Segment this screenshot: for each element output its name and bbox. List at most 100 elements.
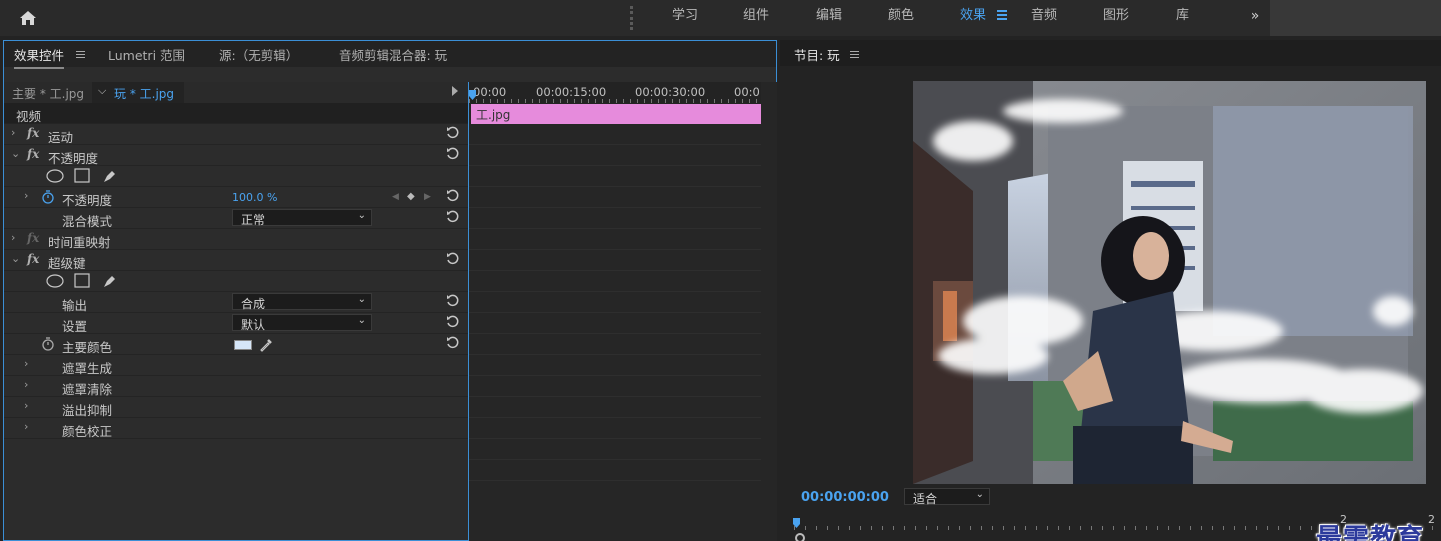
group-row-matte-generation[interactable]: › 遮罩生成 — [4, 355, 468, 376]
play-triangle-icon[interactable] — [452, 86, 458, 96]
tab-program-monitor[interactable]: 节目: 玩 — [794, 45, 840, 64]
workspace-menu-icon[interactable] — [997, 10, 1007, 22]
property-row-setting: 设置 默认 ⌄ — [4, 313, 468, 334]
workspace-bar: 学习 组件 编辑 颜色 效果 音频 图形 库 » — [0, 0, 1441, 36]
setting-dropdown[interactable]: 默认 ⌄ — [232, 314, 372, 332]
reset-icon[interactable] — [446, 189, 460, 203]
property-row-blend-mode: 混合模式 正常 ⌄ — [4, 208, 468, 229]
ruler-ticks — [469, 99, 757, 103]
tab-source[interactable]: 源:（无剪辑） — [219, 45, 298, 64]
scrub-handle[interactable] — [795, 533, 805, 541]
tab-lumetri-scopes[interactable]: Lumetri 范围 — [108, 45, 185, 64]
chevron-right-icon[interactable]: › — [11, 126, 15, 139]
ellipse-mask-icon[interactable] — [46, 169, 64, 183]
reset-icon[interactable] — [446, 315, 460, 329]
panel-grip-icon[interactable] — [630, 6, 640, 30]
effect-row-time-remap[interactable]: › fx 时间重映射 — [4, 229, 468, 250]
property-label: 设置 — [62, 319, 88, 334]
rectangle-mask-icon[interactable] — [74, 168, 90, 183]
property-label: 输出 — [62, 298, 88, 313]
program-video-frame[interactable] — [913, 81, 1426, 484]
eyedropper-icon[interactable] — [259, 337, 273, 352]
master-clip-label[interactable]: 主要 * 工.jpg — [12, 85, 84, 102]
opacity-value[interactable]: 100.0 % — [232, 191, 277, 204]
program-monitor-panel: 节目: 玩 00:00:00:00 适合 ⌄ 2 2 最需教育 — [780, 40, 1441, 541]
reset-icon[interactable] — [446, 252, 460, 266]
zoom-fit-dropdown[interactable]: 适合 ⌄ — [904, 488, 990, 506]
workspace-tab-graphics[interactable]: 图形 — [1103, 0, 1129, 36]
rectangle-mask-icon[interactable] — [74, 273, 90, 288]
property-label: 不透明度 — [62, 193, 113, 208]
workspace-tab-assembly[interactable]: 组件 — [743, 0, 769, 36]
effect-controls-panel: 效果控件 Lumetri 范围 源:（无剪辑） 音频剪辑混合器: 玩 主要 * … — [3, 40, 777, 541]
pen-mask-icon[interactable] — [102, 273, 118, 289]
home-icon — [20, 11, 36, 25]
panel-tabs: 效果控件 Lumetri 范围 源:（无剪辑） 音频剪辑混合器: 玩 — [4, 41, 776, 69]
chevron-down-icon[interactable]: ⌄ — [11, 147, 20, 160]
timeline-clip[interactable]: 工.jpg — [471, 104, 761, 124]
workspace-tab-color[interactable]: 颜色 — [888, 0, 914, 36]
chevron-right-icon[interactable]: › — [24, 399, 28, 412]
property-row-output: 输出 合成 ⌄ — [4, 292, 468, 313]
chevron-right-icon[interactable]: › — [24, 357, 28, 370]
key-color-swatch[interactable] — [234, 340, 252, 350]
property-row-opacity[interactable]: › 不透明度 100.0 % ◀ ◆ ▶ — [4, 187, 468, 208]
blend-mode-dropdown[interactable]: 正常 ⌄ — [232, 209, 372, 227]
effect-row-ultra-key[interactable]: ⌄ fx 超级键 — [4, 250, 468, 271]
workspace-tab-audio[interactable]: 音频 — [1031, 0, 1057, 36]
workspace-tab-learn[interactable]: 学习 — [672, 0, 698, 36]
tab-effect-controls[interactable]: 效果控件 — [14, 45, 65, 69]
pen-mask-icon[interactable] — [102, 168, 118, 184]
effect-row-motion[interactable]: › fx 运动 — [4, 124, 468, 145]
chevron-down-icon[interactable]: ⌄ — [11, 252, 20, 265]
timeline-ruler[interactable]: 00:00 00:00:15:00 00:00:30:00 00:0 — [469, 82, 761, 104]
group-label: 遮罩生成 — [62, 361, 113, 376]
section-video: 视频 — [4, 103, 468, 124]
group-label: 溢出抑制 — [62, 403, 113, 418]
workspace-tab-effects[interactable]: 效果 — [960, 0, 986, 36]
chevron-right-icon[interactable]: › — [24, 420, 28, 433]
prev-keyframe-icon[interactable]: ◀ — [392, 192, 399, 202]
reset-icon[interactable] — [446, 147, 460, 161]
tab-audio-clip-mixer[interactable]: 音频剪辑混合器: 玩 — [339, 45, 447, 64]
effect-controls-timeline[interactable]: 00:00 00:00:15:00 00:00:30:00 00:0 工.jpg — [468, 82, 777, 541]
panel-menu-icon[interactable] — [850, 51, 859, 60]
output-dropdown[interactable]: 合成 ⌄ — [232, 293, 372, 311]
property-label: 混合模式 — [62, 214, 113, 229]
fx-icon[interactable]: fx — [27, 126, 39, 140]
group-row-color-correction[interactable]: › 颜色校正 — [4, 418, 468, 439]
workspace-tab-editing[interactable]: 编辑 — [816, 0, 842, 36]
sequence-clip-selector[interactable]: ⌵ 玩 * 工.jpg — [92, 82, 184, 103]
more-workspaces-button[interactable]: » — [1240, 0, 1270, 36]
reset-icon[interactable] — [446, 126, 460, 140]
home-button[interactable] — [0, 0, 56, 36]
chevron-down-icon: ⌄ — [357, 315, 366, 326]
program-timecode[interactable]: 00:00:00:00 — [801, 490, 889, 505]
fx-icon[interactable]: fx — [27, 252, 39, 266]
chevron-right-icon[interactable]: › — [11, 231, 15, 244]
group-row-spill-suppression[interactable]: › 溢出抑制 — [4, 397, 468, 418]
group-label: 颜色校正 — [62, 424, 113, 439]
stopwatch-icon[interactable] — [41, 190, 55, 204]
fx-icon[interactable]: fx — [27, 147, 39, 161]
add-keyframe-icon[interactable]: ◆ — [407, 191, 415, 202]
fx-icon[interactable]: fx — [27, 231, 39, 245]
next-keyframe-icon[interactable]: ▶ — [424, 192, 431, 202]
chevron-down-icon: ⌵ — [98, 84, 107, 97]
effect-label: 时间重映射 — [48, 235, 111, 250]
reset-icon[interactable] — [446, 210, 460, 224]
effect-row-opacity[interactable]: ⌄ fx 不透明度 — [4, 145, 468, 166]
reset-icon[interactable] — [446, 336, 460, 350]
dropdown-value: 合成 — [241, 297, 266, 311]
group-row-matte-cleanup[interactable]: › 遮罩清除 — [4, 376, 468, 397]
panel-menu-icon[interactable] — [76, 51, 85, 60]
sequence-clip-label: 玩 * 工.jpg — [114, 87, 175, 101]
chevron-right-icon[interactable]: › — [24, 189, 28, 202]
ellipse-mask-icon[interactable] — [46, 274, 64, 288]
chevron-right-icon[interactable]: › — [24, 378, 28, 391]
stopwatch-icon[interactable] — [41, 337, 55, 351]
topbar-right-area — [1270, 0, 1441, 36]
workspace-tab-libraries[interactable]: 库 — [1176, 0, 1189, 36]
watermark-text: 最需教育 — [1316, 524, 1425, 541]
reset-icon[interactable] — [446, 294, 460, 308]
